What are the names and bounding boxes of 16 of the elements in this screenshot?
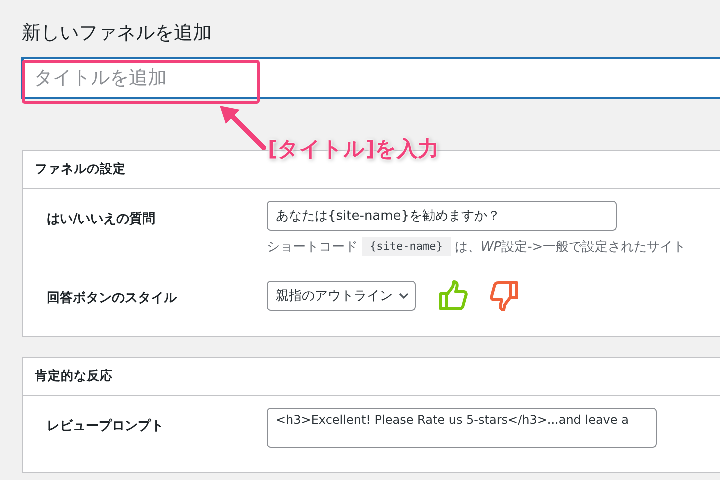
thumbs-down-icon bbox=[490, 280, 520, 312]
card-heading: 肯定的な反応 bbox=[23, 358, 720, 396]
pointer-arrow bbox=[218, 104, 268, 152]
chevron-down-icon bbox=[399, 292, 409, 300]
field-label: 回答ボタンのスタイル bbox=[47, 290, 178, 308]
text-field[interactable]: あなたは{site-name}を勧めますか？ bbox=[267, 201, 617, 231]
title-field[interactable]: タイトルを追加 bbox=[22, 58, 720, 98]
help-text: は、WP設定->一般で設定されたサイト bbox=[454, 238, 686, 256]
thumbs-up-icon bbox=[438, 280, 468, 312]
text-area[interactable]: <h3>Excellent! Please Rate us 5-stars</h3>...and leave a bbox=[267, 408, 657, 448]
shortcode: {site-name} bbox=[362, 237, 451, 256]
field-label: はい/いいえの質問 bbox=[47, 210, 157, 229]
help-text: ショートコード bbox=[267, 238, 358, 256]
style-dropdown[interactable]: 親指のアウトライン bbox=[267, 281, 416, 311]
page-title: 新しいファネルを追加 bbox=[22, 21, 213, 46]
field-label: レビュープロンプト bbox=[47, 418, 165, 436]
